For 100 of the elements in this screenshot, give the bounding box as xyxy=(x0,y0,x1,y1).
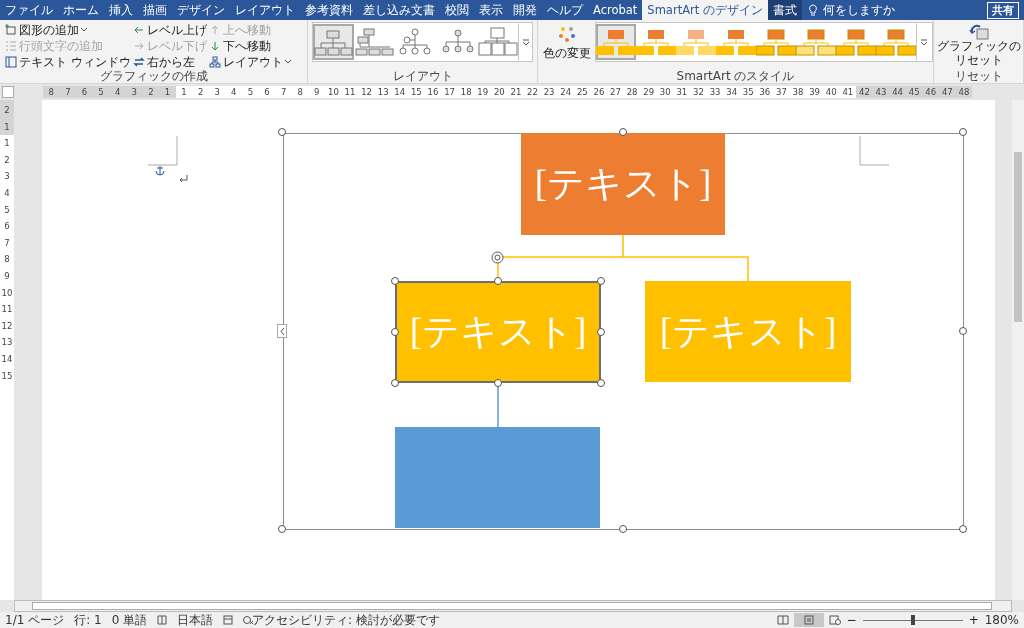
share-button[interactable]: 共有 xyxy=(987,1,1019,19)
ribbon-command[interactable]: 右から左 xyxy=(131,54,208,70)
ruler-number: 1 xyxy=(163,86,172,98)
ruler-number: 5 xyxy=(3,203,11,217)
ruler-number: 4 xyxy=(230,86,238,98)
ruler-number: 47 xyxy=(939,86,956,98)
resize-handle[interactable] xyxy=(391,328,399,336)
ribbon-tab[interactable]: ヘルプ xyxy=(542,0,588,20)
zoom-level[interactable]: 180% xyxy=(984,612,1019,628)
ribbon-tab[interactable]: ホーム xyxy=(58,0,104,20)
resize-handle[interactable] xyxy=(391,277,399,285)
ruler-number: 34 xyxy=(725,86,739,98)
dropdown-caret-icon xyxy=(284,60,291,64)
accessibility-icon[interactable] xyxy=(243,615,255,625)
org-chart-icon xyxy=(675,28,716,56)
ribbon-tab[interactable]: 開発 xyxy=(508,0,542,20)
resize-handle[interactable] xyxy=(597,328,605,336)
page-icon xyxy=(803,615,814,625)
ruler-number: 1 xyxy=(180,86,188,98)
zoom-out-button[interactable]: − xyxy=(845,612,858,628)
ribbon-tab[interactable]: 参考資料 xyxy=(300,0,358,20)
ribbon-command[interactable]: テキスト ウィンドウ xyxy=(4,54,132,70)
ruler-number: 25 xyxy=(575,86,589,98)
ribbon-tab[interactable]: SmartArt のデザイン xyxy=(642,0,768,20)
ruler-number: 3 xyxy=(130,86,138,98)
language-indicator[interactable]: 日本語 xyxy=(177,612,214,628)
ruler-number: 26 xyxy=(592,86,606,98)
ruler-number: 42 xyxy=(856,86,873,98)
ruler-number: 19 xyxy=(476,86,490,98)
ribbon-command[interactable]: 下へ移動 xyxy=(207,38,292,54)
ribbon-tab[interactable]: 表示 xyxy=(474,0,508,20)
ribbon-tab[interactable]: 校閲 xyxy=(440,0,474,20)
zoom-in-button[interactable]: + xyxy=(967,612,980,628)
zoom-slider-thumb[interactable] xyxy=(910,615,915,625)
resize-handle[interactable] xyxy=(391,379,399,387)
ruler-number: 14 xyxy=(393,86,407,98)
org-chart-icon xyxy=(476,27,519,57)
resize-handle[interactable] xyxy=(278,128,286,136)
ribbon-tab[interactable]: 書式 xyxy=(767,0,802,20)
ruler-number: 7 xyxy=(3,236,11,250)
ribbon-tab[interactable]: 挿入 xyxy=(104,0,138,20)
ribbon-tab[interactable]: ファイル xyxy=(0,0,58,20)
resize-handle[interactable] xyxy=(494,277,502,285)
resize-handle[interactable] xyxy=(618,128,627,136)
ruler-number: 7 xyxy=(279,86,288,98)
ruler-number: 7 xyxy=(64,86,72,98)
ruler-number: 2 xyxy=(3,153,11,167)
ribbon-command[interactable]: レイアウト xyxy=(207,54,292,70)
read-mode-icon[interactable] xyxy=(776,615,789,625)
scroll-thumb[interactable] xyxy=(32,602,992,610)
ruler-number: 10 xyxy=(0,286,14,300)
text-pane-toggle[interactable] xyxy=(277,324,287,338)
ribbon-tab[interactable]: 描画 xyxy=(138,0,172,20)
ruler-number: 28 xyxy=(625,86,639,98)
book-icon[interactable] xyxy=(157,615,168,625)
more-icon xyxy=(522,38,530,46)
resize-handle[interactable] xyxy=(597,277,605,285)
anchor-icon xyxy=(155,165,165,176)
ribbon-command[interactable]: レベル上げ xyxy=(131,22,208,38)
ribbon-tab[interactable]: レイアウト xyxy=(230,0,300,20)
ruler-number: 8 xyxy=(47,86,55,98)
layout-mode-icon[interactable] xyxy=(223,615,234,625)
ribbon-tab[interactable]: Acrobat xyxy=(588,0,643,20)
box-text: [テキスト] xyxy=(409,310,587,355)
resize-handle[interactable] xyxy=(959,525,967,533)
margin-mark-icon xyxy=(859,136,889,166)
web-layout-icon[interactable] xyxy=(828,615,841,625)
horizontal-scrollbar[interactable] xyxy=(14,600,1012,612)
resize-handle[interactable] xyxy=(494,379,502,387)
tell-me-field[interactable]: 何をしますか xyxy=(817,0,918,20)
reset-graphic-button[interactable]: グラフィックの リセット xyxy=(938,22,1019,70)
vertical-scrollbar[interactable] xyxy=(1012,100,1024,600)
ruler-number: 32 xyxy=(692,86,705,98)
scroll-thumb[interactable] xyxy=(1014,152,1022,322)
color-change-button[interactable]: 色の変更 xyxy=(542,22,592,66)
resize-handle[interactable] xyxy=(597,379,605,387)
style-thumbnail[interactable] xyxy=(595,24,636,60)
ruler-number: 8 xyxy=(3,253,11,267)
tab-selector-icon[interactable] xyxy=(2,86,14,98)
ruler-number: 11 xyxy=(0,303,14,317)
resize-handle[interactable] xyxy=(618,525,627,533)
rotate-handle-icon xyxy=(491,251,504,264)
ribbon-tab[interactable]: デザイン xyxy=(172,0,230,20)
ribbon-command[interactable]: 図形の追加 xyxy=(4,22,132,38)
lightbulb-icon xyxy=(807,3,818,17)
accessibility-status[interactable]: アクセシビリティ: 検討が必要です xyxy=(252,612,440,628)
resize-handle[interactable] xyxy=(278,525,286,533)
layout-thumbnail[interactable] xyxy=(313,24,354,60)
resize-handle[interactable] xyxy=(959,128,967,136)
ribbon-tab[interactable]: 差し込み文書 xyxy=(358,0,440,20)
page-count: 1/1 ページ xyxy=(5,612,65,628)
print-layout-view-button[interactable] xyxy=(793,613,824,627)
ruler-number: 21 xyxy=(509,86,523,98)
reset-icon xyxy=(968,24,989,41)
ruler-number: 3 xyxy=(213,86,221,98)
chevron-left-icon xyxy=(279,327,285,335)
group-label: グラフィックの作成 xyxy=(98,70,209,83)
resize-handle[interactable] xyxy=(959,326,967,335)
ruler-number: 27 xyxy=(609,86,622,98)
ruler-number: 41 xyxy=(841,86,855,98)
